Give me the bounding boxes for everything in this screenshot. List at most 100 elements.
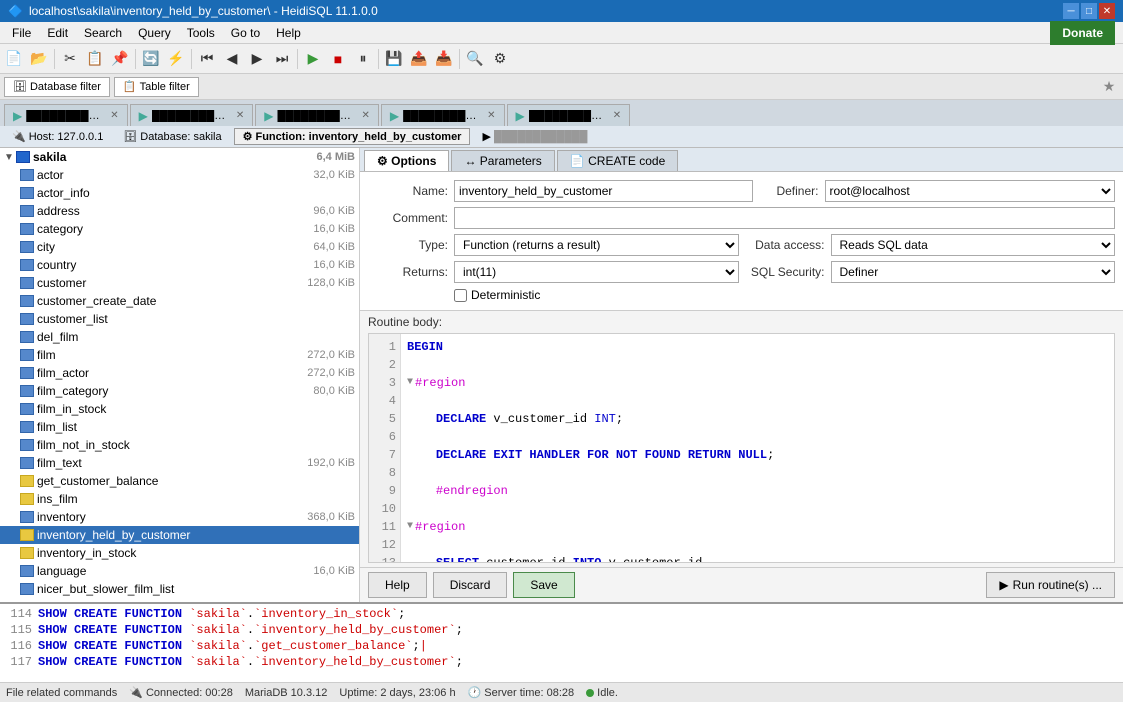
type-select[interactable]: Function (returns a result) <box>454 234 739 256</box>
sidebar-item-inventory[interactable]: inventory368,0 KiB <box>0 508 359 526</box>
sidebar-item-sakila[interactable]: ▼ sakila 6,4 MiB <box>0 148 359 166</box>
sidebar-item-label: inventory_in_stock <box>37 546 355 560</box>
sidebar-item-customer_list[interactable]: customer_list <box>0 310 359 328</box>
menu-query[interactable]: Query <box>130 24 179 42</box>
tb-paste-btn[interactable]: 📌 <box>108 47 132 71</box>
tb-save-btn[interactable]: 💾 <box>382 47 406 71</box>
tb-cut-btn[interactable]: ✂ <box>58 47 82 71</box>
favorites-button[interactable]: ★ <box>1099 77 1119 97</box>
conn-tab-function[interactable]: ⚙ Function: inventory_held_by_customer <box>234 128 471 145</box>
sidebar-item-film_list[interactable]: film_list <box>0 418 359 436</box>
sidebar-item-customer_create_date[interactable]: customer_create_date <box>0 292 359 310</box>
close-button[interactable]: ✕ <box>1099 3 1115 19</box>
tab-parameters[interactable]: ↔ Parameters <box>451 150 554 171</box>
close-tab-4[interactable]: ✕ <box>487 110 495 121</box>
close-tab-3[interactable]: ✕ <box>361 110 369 121</box>
tb-export-btn[interactable]: 📤 <box>407 47 431 71</box>
sidebar-item-film_text[interactable]: film_text192,0 KiB <box>0 454 359 472</box>
code-content[interactable]: BEGIN ▼#region DECLARE v_customer_id INT… <box>401 334 1114 562</box>
conn-tab-database[interactable]: 🗄 Database: sakila <box>115 129 229 144</box>
sidebar-item-get_customer_balance[interactable]: get_customer_balance <box>0 472 359 490</box>
tb-new-btn[interactable]: 📄 <box>2 47 26 71</box>
name-input[interactable] <box>454 180 753 202</box>
menu-file[interactable]: File <box>4 24 39 42</box>
menu-goto[interactable]: Go to <box>223 24 268 42</box>
sidebar-item-film_not_in_stock[interactable]: film_not_in_stock <box>0 436 359 454</box>
returns-label: Returns: <box>368 265 448 279</box>
tb-settings-btn[interactable]: ⚙ <box>488 47 512 71</box>
sidebar-item-film_actor[interactable]: film_actor272,0 KiB <box>0 364 359 382</box>
query-tab-1[interactable]: ▶ ████████████ ✕ <box>4 104 128 126</box>
status-server-time: 🕐 Server time: 08:28 <box>468 686 575 699</box>
minimize-button[interactable]: ─ <box>1063 3 1079 19</box>
table-icon <box>20 565 34 577</box>
tb-stop-btn[interactable]: ■ <box>326 47 350 71</box>
tb-open-btn[interactable]: 📂 <box>27 47 51 71</box>
tb-next-btn[interactable]: ▶ <box>245 47 269 71</box>
close-tab-5[interactable]: ✕ <box>613 110 621 121</box>
sidebar-item-ins_film[interactable]: ins_film <box>0 490 359 508</box>
conn-tab-host[interactable]: 🔌 Host: 127.0.0.1 <box>4 129 111 144</box>
maximize-button[interactable]: □ <box>1081 3 1097 19</box>
sidebar-item-film[interactable]: film272,0 KiB <box>0 346 359 364</box>
sidebar-item-actor_info[interactable]: actor_info <box>0 184 359 202</box>
help-button[interactable]: Help <box>368 572 427 598</box>
sidebar-item-category[interactable]: category16,0 KiB <box>0 220 359 238</box>
sidebar-item-country[interactable]: country16,0 KiB <box>0 256 359 274</box>
tb-conn-btn[interactable]: ⚡ <box>164 47 188 71</box>
deterministic-checkbox[interactable] <box>454 289 467 302</box>
code-editor[interactable]: 12345 678910 111213 BEGIN ▼#region DECLA… <box>368 333 1115 563</box>
sidebar-item-film_category[interactable]: film_category80,0 KiB <box>0 382 359 400</box>
query-tab-4[interactable]: ▶ ████████████ ✕ <box>381 104 505 126</box>
query-tab-2[interactable]: ▶ ████████████ ✕ <box>130 104 254 126</box>
conn-tab-extra[interactable]: ▶ ████████████ <box>474 129 595 144</box>
sidebar-item-label: ins_film <box>37 492 355 506</box>
tab-create-code[interactable]: 📄 CREATE code <box>557 150 678 171</box>
sidebar-item-city[interactable]: city64,0 KiB <box>0 238 359 256</box>
table-filter-button[interactable]: 📋 Table filter <box>114 77 199 97</box>
table-icon <box>20 439 34 451</box>
tb-refresh-btn[interactable]: 🔄 <box>139 47 163 71</box>
sidebar-item-nicer_but_slower_film_list[interactable]: nicer_but_slower_film_list <box>0 580 359 598</box>
tb-pause-btn[interactable]: ⏸ <box>351 47 375 71</box>
menu-edit[interactable]: Edit <box>39 24 76 42</box>
tb-import-btn[interactable]: 📥 <box>432 47 456 71</box>
sidebar-item-inventory_held_by_customer[interactable]: inventory_held_by_customer <box>0 526 359 544</box>
discard-button[interactable]: Discard <box>433 572 508 598</box>
sidebar-item-address[interactable]: address96,0 KiB <box>0 202 359 220</box>
database-filter-button[interactable]: 🗄 Database filter <box>4 77 110 97</box>
tb-first-btn[interactable]: ⏮ <box>195 47 219 71</box>
run-routine-button[interactable]: ▶ Run routine(s) ... <box>986 572 1115 598</box>
sidebar-item-customer[interactable]: customer128,0 KiB <box>0 274 359 292</box>
tb-copy-btn[interactable]: 📋 <box>83 47 107 71</box>
query-tab-3[interactable]: ▶ ████████████ ✕ <box>255 104 379 126</box>
tb-prev-btn[interactable]: ◀ <box>220 47 244 71</box>
deterministic-label[interactable]: Deterministic <box>471 288 540 302</box>
tb-run-btn[interactable]: ▶ <box>301 47 325 71</box>
close-tab-1[interactable]: ✕ <box>110 110 118 121</box>
sidebar-item-language[interactable]: language16,0 KiB <box>0 562 359 580</box>
query-tab-5[interactable]: ▶ ████████████ ✕ <box>507 104 631 126</box>
status-uptime: Uptime: 2 days, 23:06 h <box>339 687 455 699</box>
menu-help[interactable]: Help <box>268 24 309 42</box>
definer-select[interactable]: root@localhost <box>825 180 1116 202</box>
qtab-label-3: ████████████ <box>277 110 357 122</box>
menu-search[interactable]: Search <box>76 24 130 42</box>
returns-select[interactable]: int(11) <box>454 261 739 283</box>
sidebar-item-del_film[interactable]: del_film <box>0 328 359 346</box>
sidebar-item-inventory_in_stock[interactable]: inventory_in_stock <box>0 544 359 562</box>
tb-filter-btn[interactable]: 🔍 <box>463 47 487 71</box>
qtab-label-1: ████████████ <box>26 110 106 122</box>
donate-button[interactable]: Donate <box>1050 21 1115 45</box>
sql-security-select[interactable]: Definer <box>831 261 1116 283</box>
save-button[interactable]: Save <box>513 572 574 598</box>
comment-input[interactable] <box>454 207 1115 229</box>
data-access-select[interactable]: Reads SQL data <box>831 234 1116 256</box>
tb-last-btn[interactable]: ⏭ <box>270 47 294 71</box>
close-tab-2[interactable]: ✕ <box>236 110 244 121</box>
tab-options[interactable]: ⚙ Options <box>364 150 449 171</box>
menu-tools[interactable]: Tools <box>179 24 223 42</box>
sidebar-item-actor[interactable]: actor32,0 KiB <box>0 166 359 184</box>
qtab-label-5: ████████████ <box>529 110 609 122</box>
sidebar-item-film_in_stock[interactable]: film_in_stock <box>0 400 359 418</box>
